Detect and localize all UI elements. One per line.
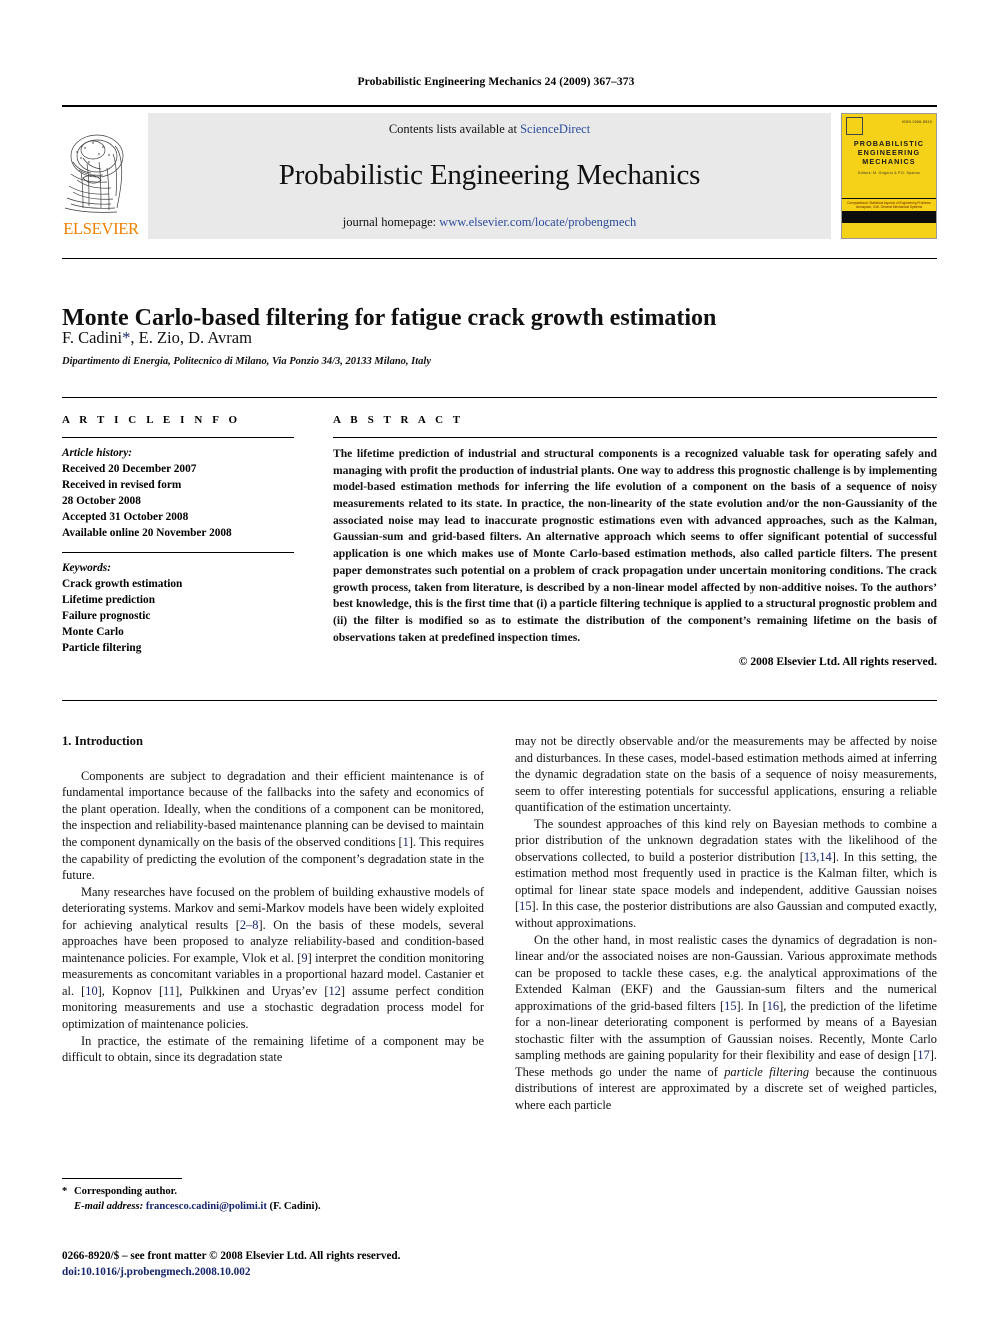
keywords-block: Keywords: Crack growth estimation Lifeti… bbox=[62, 560, 294, 656]
footnote-divider bbox=[62, 1178, 182, 1179]
cover-top-band: ISSN 0266-8920 bbox=[842, 114, 936, 136]
article-history-label: Article history: bbox=[62, 447, 132, 459]
history-item: Received 20 December 2007 bbox=[62, 463, 197, 476]
section-title-introduction: 1. Introduction bbox=[62, 734, 143, 748]
history-item: Available online 20 November 2008 bbox=[62, 527, 232, 540]
journal-title: Probabilistic Engineering Mechanics bbox=[278, 159, 701, 192]
paper-page: Probabilistic Engineering Mechanics 24 (… bbox=[0, 0, 992, 1323]
cover-title-line1: PROBABILISTIC bbox=[853, 139, 925, 148]
body-column-right: may not be directly observable and/or th… bbox=[515, 733, 937, 1114]
info-divider bbox=[62, 397, 937, 398]
citation-link[interactable]: 15 bbox=[519, 899, 531, 913]
citation-link[interactable]: 13,14 bbox=[804, 850, 832, 864]
citation-link[interactable]: 1 bbox=[403, 835, 409, 849]
citation-link[interactable]: 10 bbox=[85, 984, 97, 998]
body-paragraph: Components are subject to degradation an… bbox=[62, 768, 485, 883]
cover-editors: Editors: M. Grigoriu & P.D. Spanos bbox=[858, 170, 920, 175]
author-first: F. Cadini bbox=[62, 328, 123, 347]
abstract-column: A B S T R A C T The lifetime prediction … bbox=[333, 414, 937, 668]
cover-strip-line2: Aerospace, Civil, General Mechanical Sys… bbox=[855, 205, 923, 210]
cover-issn: ISSN 0266-8920 bbox=[901, 120, 932, 124]
title-divider bbox=[62, 258, 937, 259]
email-owner: (F. Cadini). bbox=[269, 1201, 321, 1213]
abstract-bottom-divider bbox=[62, 700, 937, 701]
history-item: Received in revised form bbox=[62, 479, 182, 492]
citation-link[interactable]: 15 bbox=[724, 999, 736, 1013]
article-info-heading: A R T I C L E I N F O bbox=[62, 414, 241, 426]
citation-link[interactable]: 11 bbox=[163, 984, 175, 998]
history-item: Accepted 31 October 2008 bbox=[62, 511, 189, 524]
cover-subject-strip: Computational, Statistical Aspects of En… bbox=[842, 198, 936, 211]
citation-link[interactable]: 17 bbox=[917, 1048, 929, 1062]
footnote-block: * Corresponding author. E-mail address: f… bbox=[62, 1178, 484, 1215]
article-info-rule bbox=[62, 437, 294, 438]
abstract-copyright: © 2008 Elsevier Ltd. All rights reserved… bbox=[738, 655, 937, 669]
abstract-text: The lifetime prediction of industrial an… bbox=[333, 447, 937, 644]
journal-banner: ELSEVIER Contents lists available at Sci… bbox=[62, 105, 937, 239]
footnote-star: * bbox=[62, 1186, 68, 1197]
banner-center: Contents lists available at ScienceDirec… bbox=[148, 113, 831, 239]
keywords-rule bbox=[62, 552, 294, 554]
email-label: E-mail address: bbox=[74, 1201, 144, 1213]
history-item: 28 October 2008 bbox=[62, 495, 141, 508]
cover-title-band: PROBABILISTIC ENGINEERING MECHANICS Edit… bbox=[842, 136, 936, 198]
email-link[interactable]: francesco.cadini@polimi.it bbox=[146, 1201, 267, 1212]
keyword-item: Particle filtering bbox=[62, 642, 142, 655]
imprint-frontmatter: 0266-8920/$ – see front matter © 2008 El… bbox=[62, 1250, 401, 1262]
journal-cover-thumbnail: ISSN 0266-8920 PROBABILISTIC ENGINEERING… bbox=[841, 113, 937, 239]
abstract-heading: A B S T R A C T bbox=[333, 414, 464, 426]
keywords-label: Keywords: bbox=[62, 562, 111, 575]
author-list: F. Cadini*, E. Zio, D. Avram bbox=[62, 328, 862, 348]
body-paragraph: On the other hand, in most realistic cas… bbox=[515, 932, 937, 1113]
sciencedirect-link[interactable]: ScienceDirect bbox=[520, 122, 590, 136]
citation-link[interactable]: 9 bbox=[301, 951, 307, 965]
affiliation: Dipartimento di Energia, Politecnico di … bbox=[62, 356, 431, 367]
keyword-item: Failure prognostic bbox=[62, 610, 151, 623]
cover-elsevier-mark bbox=[846, 117, 863, 135]
right-paragraphs: may not be directly observable and/or th… bbox=[515, 733, 937, 1114]
keyword-item: Monte Carlo bbox=[62, 626, 124, 639]
body-paragraph: Many researches have focused on the prob… bbox=[62, 884, 485, 1032]
cover-title-line3: MECHANICS bbox=[862, 157, 916, 167]
homepage-prefix: journal homepage: bbox=[342, 214, 440, 229]
doi-link[interactable]: doi:10.1016/j.probengmech.2008.10.002 bbox=[62, 1264, 562, 1280]
left-paragraphs: Components are subject to degradation an… bbox=[62, 768, 484, 1066]
corresponding-author-note: * Corresponding author. bbox=[62, 1184, 484, 1199]
cover-bottom-band bbox=[842, 223, 936, 238]
elsevier-wordmark: ELSEVIER bbox=[63, 218, 139, 238]
contents-available-line: Contents lists available at ScienceDirec… bbox=[389, 122, 590, 137]
imprint-block: 0266-8920/$ – see front matter © 2008 El… bbox=[62, 1248, 562, 1280]
body-paragraph: may not be directly observable and/or th… bbox=[515, 734, 937, 815]
emphasized-term: particle filtering bbox=[724, 1064, 810, 1079]
cover-title-line2: ENGINEERING bbox=[857, 148, 921, 158]
keyword-item: Crack growth estimation bbox=[62, 578, 183, 591]
citation-link[interactable]: 16 bbox=[767, 999, 779, 1013]
body-paragraph: The soundest approaches of this kind rel… bbox=[515, 816, 937, 931]
body-paragraph: In practice, the estimate of the remaini… bbox=[62, 1033, 484, 1065]
abstract-rule bbox=[333, 437, 937, 438]
journal-homepage-line: journal homepage: www.elsevier.com/locat… bbox=[343, 215, 637, 230]
citation-link[interactable]: 12 bbox=[328, 984, 340, 998]
keyword-item: Lifetime prediction bbox=[62, 594, 155, 607]
author-rest: , E. Zio, D. Avram bbox=[130, 328, 252, 347]
article-history-block: Article history: Received 20 December 20… bbox=[62, 445, 294, 541]
contents-prefix: Contents lists available at bbox=[388, 122, 521, 136]
journal-homepage-link[interactable]: www.elsevier.com/locate/probengmech bbox=[439, 215, 636, 229]
article-info-column: A R T I C L E I N F O Article history: R… bbox=[62, 414, 294, 656]
running-head: Probabilistic Engineering Mechanics 24 (… bbox=[357, 76, 635, 88]
corresponding-author-text: Corresponding author. bbox=[74, 1186, 178, 1197]
elsevier-logo: ELSEVIER bbox=[62, 113, 140, 239]
email-note: E-mail address: francesco.cadini@polimi.… bbox=[62, 1199, 484, 1214]
citation-link[interactable]: 2–8 bbox=[240, 918, 259, 932]
elsevier-tree-icon bbox=[64, 134, 124, 213]
body-column-left: 1. Introduction Components are subject t… bbox=[62, 733, 484, 1066]
